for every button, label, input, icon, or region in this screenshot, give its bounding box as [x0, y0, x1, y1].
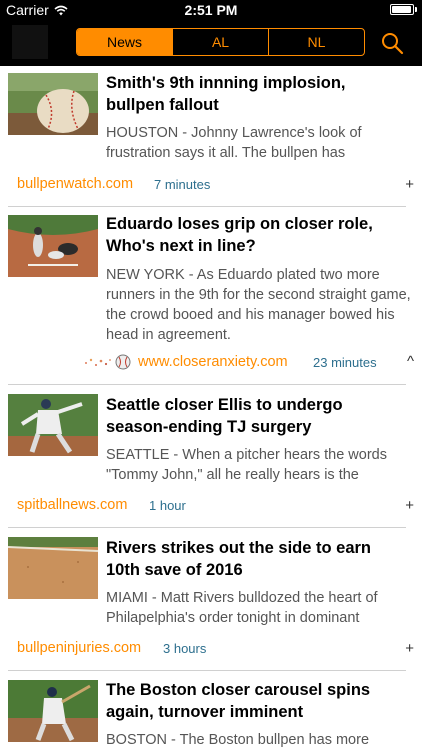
source-link[interactable]: bullpeninjuries.com	[17, 640, 141, 656]
snippet: HOUSTON - Johnny Lawrence's look of frus…	[106, 125, 362, 161]
news-item[interactable]: Rivers strikes out the side to earn 10th…	[0, 528, 422, 671]
source-link[interactable]: bullpenwatch.com	[17, 176, 133, 192]
expand-icon[interactable]: +	[405, 176, 414, 193]
nav-bar: News AL NL	[0, 20, 422, 66]
pitcher-photo	[8, 394, 98, 456]
news-item[interactable]: Seattle closer Ellis to undergo season-e…	[0, 385, 422, 528]
headline[interactable]: Smith's 9th innning implosion, bullpen f…	[106, 72, 406, 116]
app-logo[interactable]	[12, 25, 48, 59]
play-at-plate-photo	[8, 215, 98, 277]
timestamp: 1 hour	[149, 498, 186, 513]
tab-news[interactable]: News	[77, 29, 173, 55]
news-feed[interactable]: Smith's 9th innning implosion, bullpen f…	[0, 66, 422, 750]
collapse-icon[interactable]: ^	[407, 353, 414, 370]
news-item[interactable]: Smith's 9th innning implosion, bullpen f…	[0, 66, 422, 207]
battery-tip	[415, 7, 417, 12]
source-link[interactable]: www.closeranxiety.com	[138, 354, 288, 370]
snippet: BOSTON - The Boston bullpen has more	[106, 732, 370, 748]
batter-photo	[8, 680, 98, 742]
status-bar: Carrier 2:51 PM	[0, 0, 422, 20]
status-time: 2:51 PM	[184, 2, 238, 18]
baseball-icon	[85, 354, 131, 370]
infield-dirt-photo	[8, 537, 98, 599]
tab-nl[interactable]: NL	[269, 29, 364, 55]
snippet: MIAMI - Matt Rivers bulldozed the heart …	[106, 590, 378, 626]
baseball-photo	[8, 73, 98, 135]
snippet: NEW YORK - As Eduardo plated two more ru…	[106, 267, 411, 343]
section-tabs: News AL NL	[76, 28, 365, 56]
search-icon[interactable]	[380, 31, 404, 55]
source-link[interactable]: spitballnews.com	[17, 497, 127, 513]
snippet: SEATTLE - When a pitcher hears the words…	[106, 447, 387, 483]
battery-icon	[390, 4, 414, 15]
headline[interactable]: Seattle closer Ellis to undergo season-e…	[106, 394, 406, 438]
timestamp: 23 minutes	[313, 355, 377, 370]
news-item[interactable]: Eduardo loses grip on closer role, Who's…	[0, 207, 422, 385]
expand-icon[interactable]: +	[405, 497, 414, 514]
headline[interactable]: Eduardo loses grip on closer role, Who's…	[106, 213, 406, 257]
timestamp: 3 hours	[163, 641, 207, 656]
headline[interactable]: The Boston closer carousel spins again, …	[106, 679, 406, 723]
news-item[interactable]: The Boston closer carousel spins again, …	[0, 671, 422, 750]
headline[interactable]: Rivers strikes out the side to earn 10th…	[106, 537, 406, 581]
expand-icon[interactable]: +	[405, 640, 414, 657]
tab-al[interactable]: AL	[173, 29, 269, 55]
timestamp: 7 minutes	[154, 177, 211, 192]
